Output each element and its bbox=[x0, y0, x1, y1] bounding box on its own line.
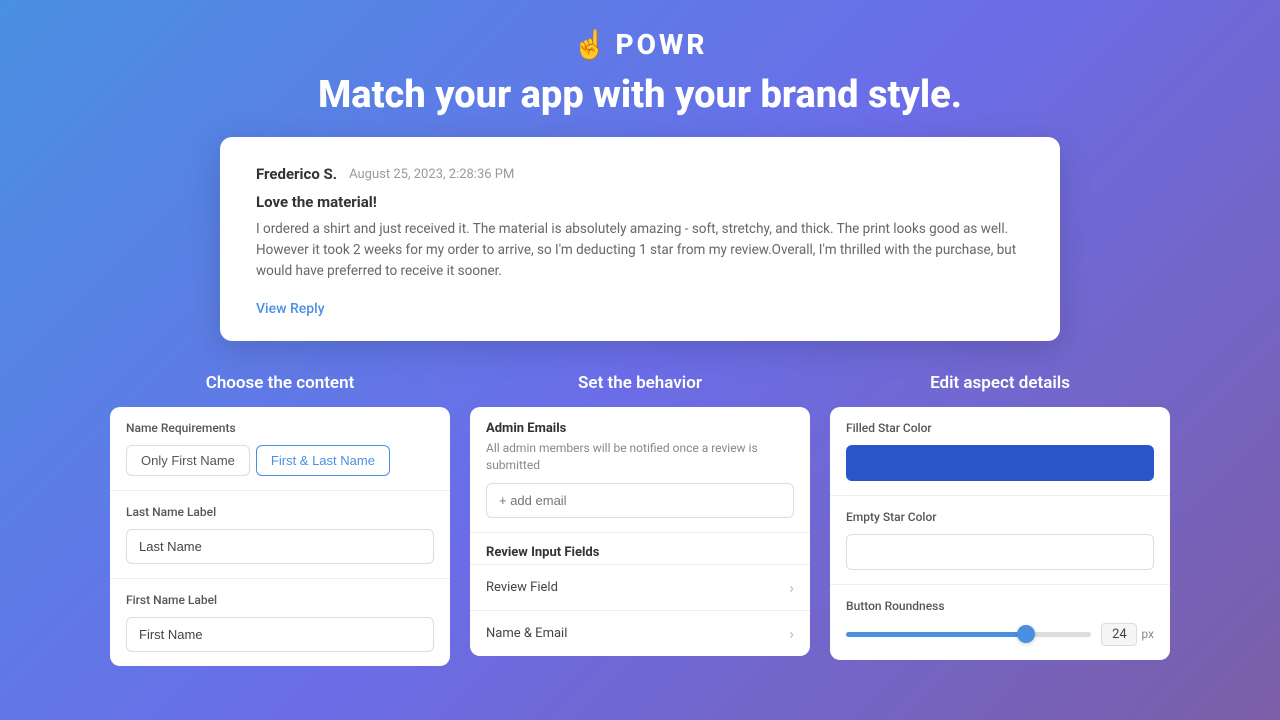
slider-value: 24 bbox=[1101, 623, 1137, 646]
admin-emails-desc: All admin members will be notified once … bbox=[486, 440, 794, 474]
last-name-input[interactable] bbox=[126, 529, 434, 564]
review-date: August 25, 2023, 2:28:36 PM bbox=[349, 167, 514, 182]
behavior-panel-title: Set the behavior bbox=[470, 373, 810, 393]
aspect-panel: Edit aspect details Filled Star Color Em… bbox=[830, 373, 1170, 666]
review-title: Love the material! bbox=[256, 193, 1024, 211]
slider-value-box: 24 px bbox=[1101, 623, 1154, 646]
view-reply-link[interactable]: View Reply bbox=[256, 301, 325, 317]
first-name-label: First Name Label bbox=[126, 593, 434, 607]
only-first-name-btn[interactable]: Only First Name bbox=[126, 445, 250, 476]
bottom-section: Choose the content Name Requirements Onl… bbox=[0, 373, 1280, 666]
reviewer-name: Frederico S. bbox=[256, 165, 337, 183]
header: ☝ POWR Match your app with your brand st… bbox=[0, 0, 1280, 137]
name-toggle-group: Only First Name First & Last Name bbox=[126, 445, 434, 476]
review-field-label-2: Name & Email bbox=[486, 626, 567, 641]
name-requirements-section: Name Requirements Only First Name First … bbox=[110, 407, 450, 491]
add-email-input[interactable] bbox=[486, 483, 794, 518]
chevron-right-icon-1: › bbox=[789, 578, 794, 597]
admin-emails-title: Admin Emails bbox=[486, 421, 794, 436]
filled-star-section: Filled Star Color bbox=[830, 407, 1170, 496]
admin-emails-section: Admin Emails All admin members will be n… bbox=[470, 407, 810, 534]
content-panel: Choose the content Name Requirements Onl… bbox=[110, 373, 450, 666]
first-last-name-btn[interactable]: First & Last Name bbox=[256, 445, 390, 476]
filled-star-color-bar[interactable] bbox=[846, 445, 1154, 481]
page-title: Match your app with your brand style. bbox=[0, 73, 1280, 117]
content-panel-card: Name Requirements Only First Name First … bbox=[110, 407, 450, 666]
behavior-panel: Set the behavior Admin Emails All admin … bbox=[470, 373, 810, 666]
logo-text: POWR bbox=[615, 28, 707, 61]
roundness-slider[interactable] bbox=[846, 632, 1091, 637]
review-field-item-1[interactable]: Review Field › bbox=[470, 565, 810, 611]
powr-icon: ☝ bbox=[573, 28, 608, 61]
review-card-wrapper: Frederico S. August 25, 2023, 2:28:36 PM… bbox=[0, 137, 1280, 341]
name-requirements-label: Name Requirements bbox=[126, 421, 434, 435]
filled-star-color-label: Filled Star Color bbox=[846, 421, 1154, 435]
last-name-label-section: Last Name Label bbox=[110, 491, 450, 579]
first-name-label-section: First Name Label bbox=[110, 579, 450, 666]
review-body: I ordered a shirt and just received it. … bbox=[256, 219, 1024, 282]
slider-row: 24 px bbox=[846, 623, 1154, 646]
empty-star-color-bar[interactable] bbox=[846, 534, 1154, 570]
button-roundness-section: Button Roundness 24 px bbox=[830, 585, 1170, 660]
first-name-input[interactable] bbox=[126, 617, 434, 652]
aspect-panel-title: Edit aspect details bbox=[830, 373, 1170, 393]
review-card: Frederico S. August 25, 2023, 2:28:36 PM… bbox=[220, 137, 1060, 341]
review-header: Frederico S. August 25, 2023, 2:28:36 PM bbox=[256, 165, 1024, 183]
logo-area: ☝ POWR bbox=[0, 28, 1280, 61]
review-input-fields-title: Review Input Fields bbox=[470, 533, 810, 565]
review-field-item-2[interactable]: Name & Email › bbox=[470, 611, 810, 656]
button-roundness-label: Button Roundness bbox=[846, 599, 1154, 613]
empty-star-color-label: Empty Star Color bbox=[846, 510, 1154, 524]
empty-star-section: Empty Star Color bbox=[830, 496, 1170, 585]
aspect-card: Filled Star Color Empty Star Color Butto… bbox=[830, 407, 1170, 660]
last-name-label: Last Name Label bbox=[126, 505, 434, 519]
review-field-label-1: Review Field bbox=[486, 580, 558, 595]
behavior-card: Admin Emails All admin members will be n… bbox=[470, 407, 810, 657]
slider-unit: px bbox=[1141, 627, 1154, 641]
content-panel-title: Choose the content bbox=[110, 373, 450, 393]
chevron-right-icon-2: › bbox=[789, 624, 794, 643]
